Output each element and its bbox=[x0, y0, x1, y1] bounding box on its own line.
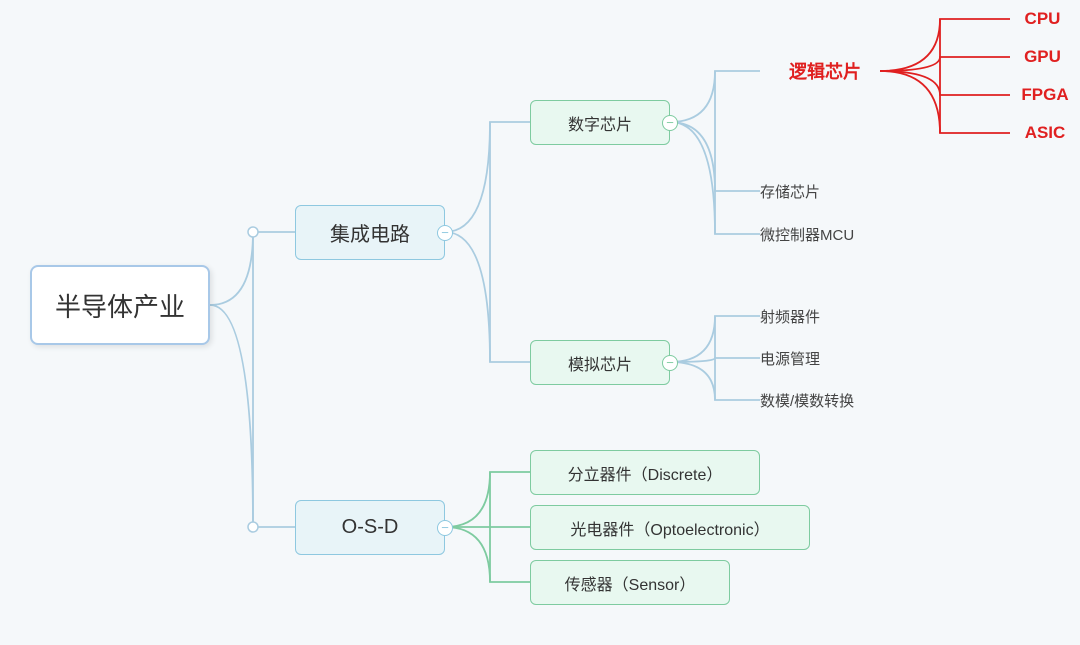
node-guangdian: 光电器件（Optoelectronic） bbox=[530, 505, 810, 550]
guangdian-label: 光电器件（Optoelectronic） bbox=[570, 516, 769, 540]
fpga-label: FPGA bbox=[1021, 85, 1068, 105]
root-label: 半导体产业 bbox=[55, 287, 185, 324]
shepin-label: 射频器件 bbox=[760, 306, 820, 327]
weikong-label: 微控制器MCU bbox=[760, 224, 854, 245]
mind-map: 半导体产业 集成电路 − O-S-D − 数字芯片 − 模拟芯片 − 分立器件（… bbox=[0, 0, 1080, 645]
moni-label: 模拟芯片 bbox=[568, 351, 632, 375]
cunchu-label: 存储芯片 bbox=[760, 181, 820, 202]
jicheng-collapse[interactable]: − bbox=[437, 225, 453, 241]
shuzi-label: 数字芯片 bbox=[568, 111, 632, 135]
shumo-label: 数模/模数转换 bbox=[760, 390, 854, 411]
node-shepin: 射频器件 bbox=[760, 300, 890, 332]
root-node: 半导体产业 bbox=[30, 265, 210, 345]
osd-collapse[interactable]: − bbox=[437, 520, 453, 536]
asic-label: ASIC bbox=[1025, 123, 1066, 143]
node-shuzi: 数字芯片 − bbox=[530, 100, 670, 145]
jicheng-label: 集成电路 bbox=[330, 218, 410, 247]
node-chuanganqi: 传感器（Sensor） bbox=[530, 560, 730, 605]
node-cunchu: 存储芯片 bbox=[760, 175, 910, 207]
node-asic: ASIC bbox=[1010, 119, 1080, 147]
node-jicheng: 集成电路 − bbox=[295, 205, 445, 260]
shuzi-collapse[interactable]: − bbox=[662, 115, 678, 131]
node-weikong: 微控制器MCU bbox=[760, 218, 925, 250]
node-moni: 模拟芯片 − bbox=[530, 340, 670, 385]
dianyuan-label: 电源管理 bbox=[760, 348, 820, 369]
node-gpu: GPU bbox=[1010, 43, 1075, 71]
chuanganqi-label: 传感器（Sensor） bbox=[565, 571, 696, 595]
node-luoji: 逻辑芯片 bbox=[760, 55, 890, 87]
node-cpu: CPU bbox=[1010, 5, 1075, 33]
fenliji-label: 分立器件（Discrete） bbox=[568, 461, 723, 485]
node-osd: O-S-D − bbox=[295, 500, 445, 555]
node-fpga: FPGA bbox=[1010, 81, 1080, 109]
luoji-label: 逻辑芯片 bbox=[789, 58, 861, 84]
osd-label: O-S-D bbox=[342, 516, 399, 539]
cpu-label: CPU bbox=[1025, 9, 1061, 29]
node-fenliji: 分立器件（Discrete） bbox=[530, 450, 760, 495]
node-shumo: 数模/模数转换 bbox=[760, 384, 935, 416]
moni-collapse[interactable]: − bbox=[662, 355, 678, 371]
node-dianyuan: 电源管理 bbox=[760, 342, 890, 374]
gpu-label: GPU bbox=[1024, 47, 1061, 67]
